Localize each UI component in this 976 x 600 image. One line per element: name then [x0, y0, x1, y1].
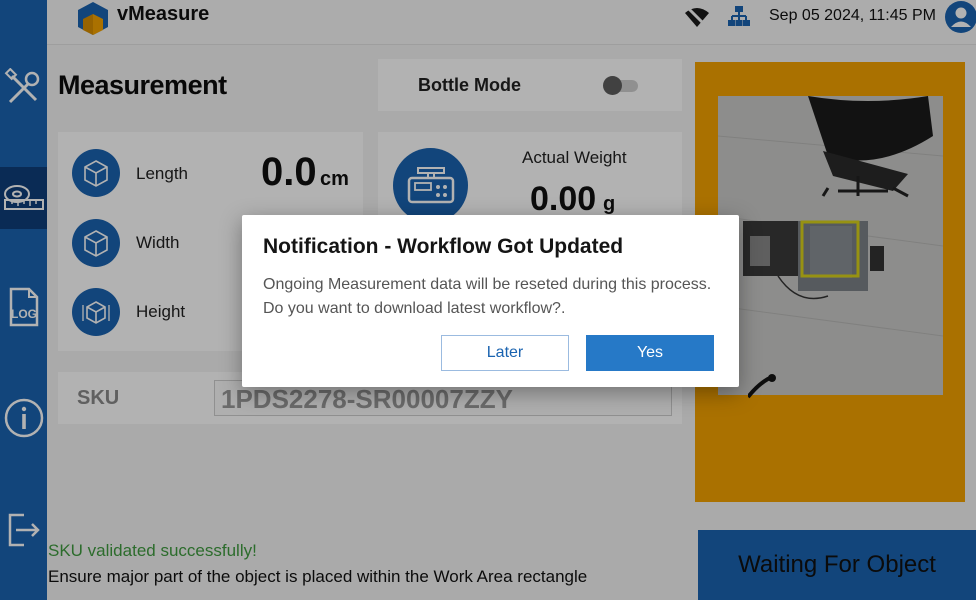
app-root: LOG vMeasure Sep 05 2024, 11:45 PM Measu… — [0, 0, 976, 600]
notification-dialog: Notification - Workflow Got Updated Ongo… — [242, 215, 739, 387]
yes-button[interactable]: Yes — [586, 335, 714, 371]
dialog-title: Notification - Workflow Got Updated — [263, 235, 624, 258]
dialog-message: Ongoing Measurement data will be reseted… — [263, 273, 711, 321]
later-button[interactable]: Later — [441, 335, 569, 371]
dialog-message-line1: Ongoing Measurement data will be reseted… — [263, 276, 712, 293]
dialog-message-line2: Do you want to download latest workflow?… — [263, 300, 566, 317]
